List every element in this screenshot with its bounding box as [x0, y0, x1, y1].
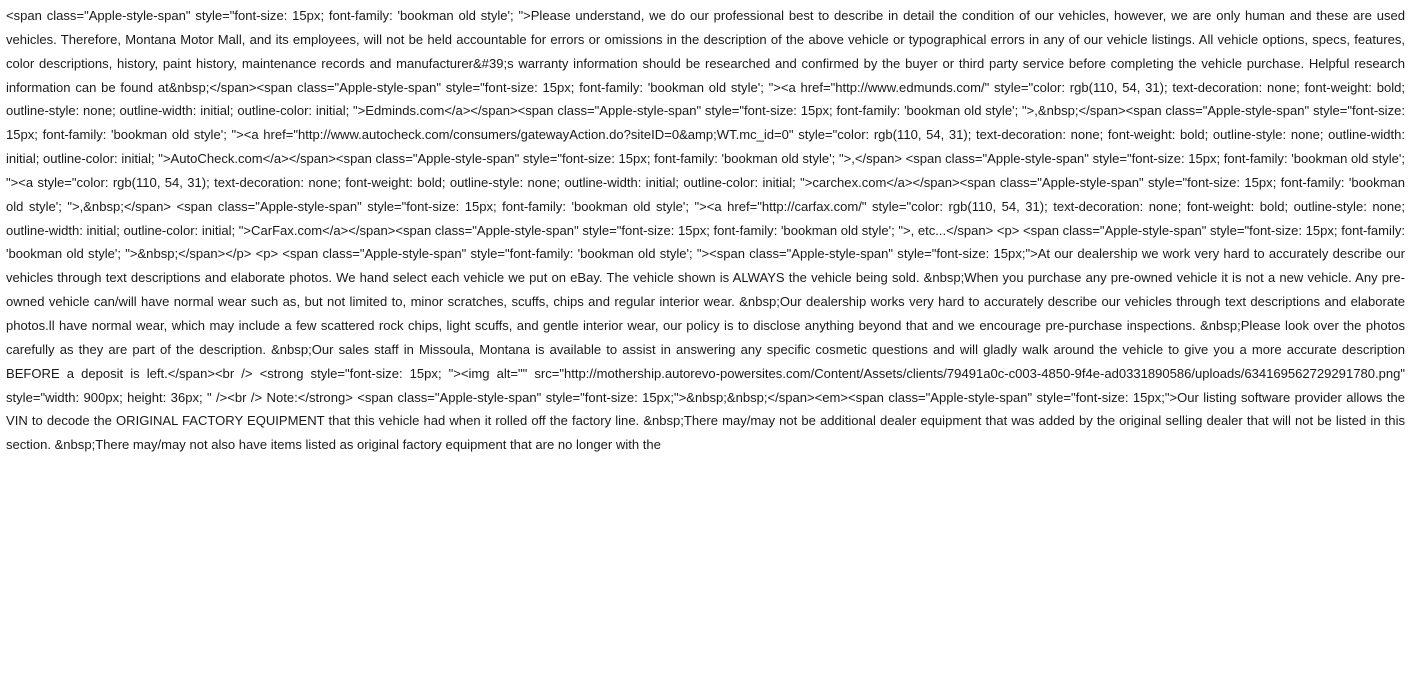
listing-description-raw-html: <span class="Apple-style-span" style="fo… — [6, 8, 1405, 453]
